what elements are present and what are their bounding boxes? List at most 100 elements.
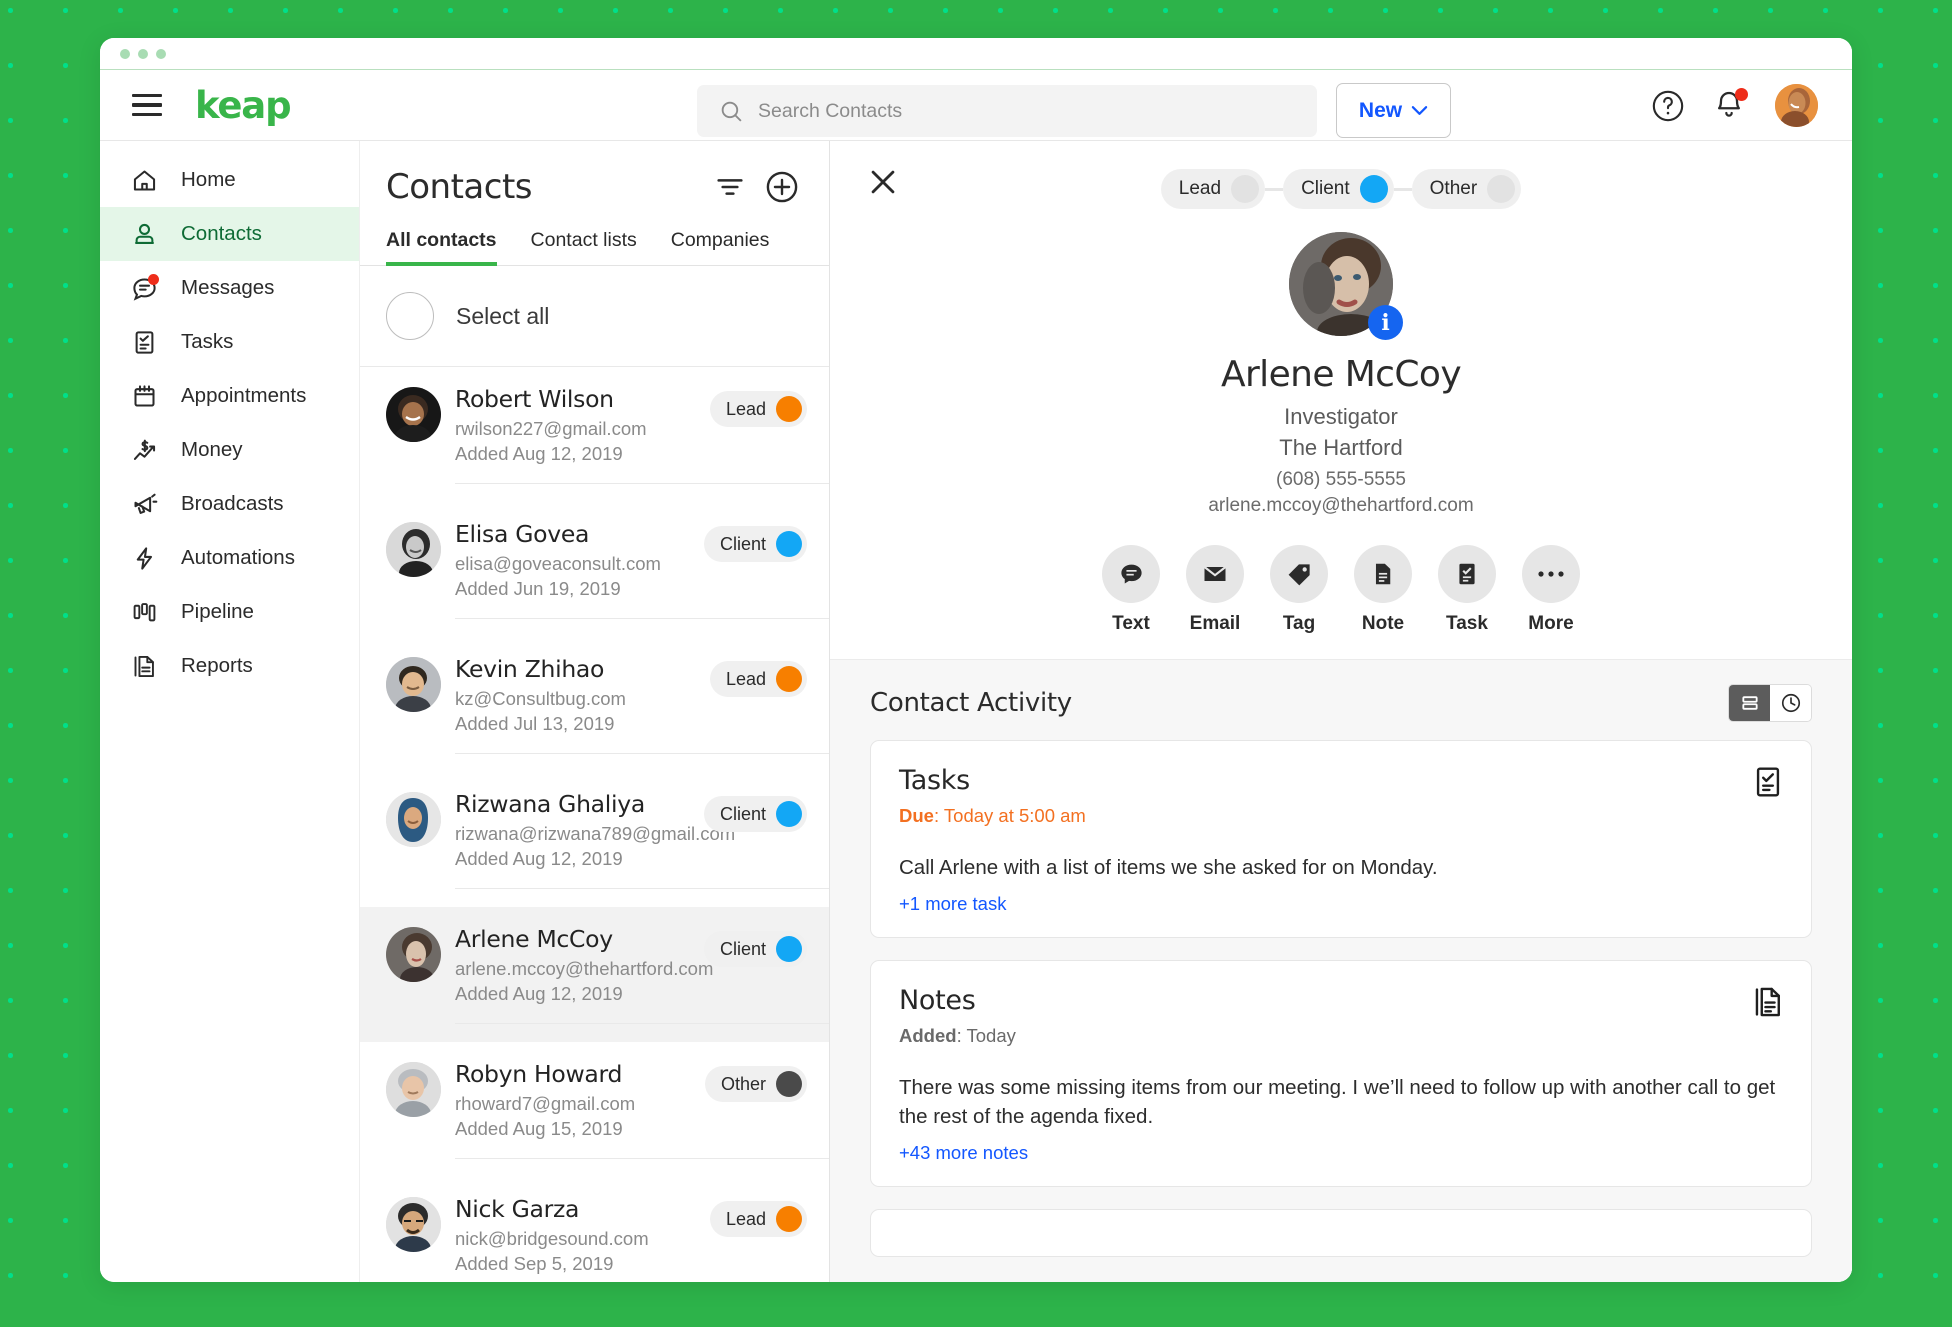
hamburger-icon[interactable] xyxy=(132,94,162,116)
action-label: Task xyxy=(1446,613,1488,634)
plus-circle-icon[interactable] xyxy=(763,168,801,206)
table-row[interactable]: Arlene McCoy arlene.mccoy@thehartford.co… xyxy=(360,907,829,1042)
sidebar-item-tasks[interactable]: Tasks xyxy=(100,315,359,369)
table-row[interactable]: Robyn Howard rhoward7@gmail.com Added Au… xyxy=(360,1042,829,1177)
segment-label: Client xyxy=(1301,178,1350,199)
avatar xyxy=(386,522,441,577)
activity-card-tasks[interactable]: Tasks Due: Today at 5:00 am Call Arlene … xyxy=(870,740,1812,938)
table-row[interactable]: Nick Garza nick@bridgesound.com Added Se… xyxy=(360,1177,829,1282)
chat-bubble-icon xyxy=(1102,545,1160,603)
segment-other[interactable]: Other xyxy=(1411,169,1522,209)
activity-card-notes[interactable]: Notes Added: Today There was some missin… xyxy=(870,959,1812,1188)
status-badge-dot xyxy=(776,936,802,962)
window-dot-minimize[interactable] xyxy=(138,48,148,59)
contact-actions: Text Email Tag Note Task More xyxy=(830,545,1852,659)
action-task-button[interactable]: Task xyxy=(1434,545,1500,635)
browser-window: keap Search Contacts New Home Contacts M… xyxy=(100,38,1852,1282)
status-badge[interactable]: Lead xyxy=(709,661,807,697)
contact-detail-panel: Lead Client Other i Arlene McCoy Investi… xyxy=(830,141,1852,1282)
select-all-checkbox[interactable] xyxy=(386,292,434,340)
person-icon xyxy=(130,220,158,248)
info-badge-icon[interactable]: i xyxy=(1368,305,1403,340)
contact-added-date: Added Aug 12, 2019 xyxy=(455,848,623,869)
report-document-icon xyxy=(130,652,158,680)
contact-name: Arlene McCoy xyxy=(1220,354,1462,395)
new-button[interactable]: New xyxy=(1336,83,1451,138)
bell-icon[interactable] xyxy=(1713,87,1748,123)
sidebar-item-label: Messages xyxy=(181,276,275,299)
segment-client[interactable]: Client xyxy=(1283,169,1394,209)
contact-added-date: Added Jun 19, 2019 xyxy=(455,578,621,599)
card-meta: Added: Today xyxy=(899,1024,1016,1046)
avatar xyxy=(386,1197,441,1252)
contact-added-date: Added Aug 12, 2019 xyxy=(455,443,623,464)
action-more-button[interactable]: More xyxy=(1518,545,1584,635)
tab-contact-lists[interactable]: Contact lists xyxy=(514,229,654,265)
table-row[interactable]: Robert Wilson rwilson227@gmail.com Added… xyxy=(360,367,829,502)
segment-dot xyxy=(1231,175,1260,203)
status-badge[interactable]: Client xyxy=(703,931,807,967)
contacts-panel-header: Contacts xyxy=(360,141,829,207)
card-meta-value: Today at 5:00 am xyxy=(943,805,1086,826)
segment-lead[interactable]: Lead xyxy=(1160,169,1266,209)
card-more-link[interactable]: +43 more notes xyxy=(899,1142,1783,1164)
window-dot-maximize[interactable] xyxy=(156,48,166,59)
avatar[interactable] xyxy=(1775,84,1818,127)
help-circle-icon[interactable] xyxy=(1651,89,1685,123)
status-badge[interactable]: Other xyxy=(704,1066,807,1102)
filter-icon[interactable] xyxy=(711,168,749,206)
tab-all-contacts[interactable]: All contacts xyxy=(386,229,514,266)
search-input[interactable]: Search Contacts xyxy=(697,85,1317,137)
contact-added-date: Added Sep 5, 2019 xyxy=(455,1253,614,1274)
status-badge[interactable]: Lead xyxy=(709,1201,807,1237)
action-note-button[interactable]: Note xyxy=(1350,545,1416,635)
status-badge[interactable]: Client xyxy=(703,526,807,562)
segment-label: Lead xyxy=(1178,178,1222,199)
status-badge[interactable]: Lead xyxy=(709,391,807,427)
status-badge[interactable]: Client xyxy=(703,796,807,832)
sidebar-item-pipeline[interactable]: Pipeline xyxy=(100,585,359,639)
table-row[interactable]: Kevin Zhihao kz@Consultbug.com Added Jul… xyxy=(360,637,829,772)
sidebar-item-appointments[interactable]: Appointments xyxy=(100,369,359,423)
sidebar-item-reports[interactable]: Reports xyxy=(100,639,359,693)
action-email-button[interactable]: Email xyxy=(1182,545,1248,635)
clock-icon[interactable] xyxy=(1770,685,1811,721)
action-text-button[interactable]: Text xyxy=(1098,545,1164,635)
select-all-label: Select all xyxy=(456,302,550,329)
action-tag-button[interactable]: Tag xyxy=(1266,545,1332,635)
card-more-link[interactable]: +1 more task xyxy=(899,893,1783,915)
sidebar-item-label: Pipeline xyxy=(181,600,254,623)
close-x-icon[interactable] xyxy=(866,165,900,199)
select-all-row[interactable]: Select all xyxy=(360,266,829,367)
avatar xyxy=(386,387,441,442)
status-badge-dot xyxy=(776,531,802,557)
contacts-list-panel: Contacts All contacts Contact lists Comp… xyxy=(360,141,830,1282)
segment-label: Other xyxy=(1429,178,1478,199)
card-meta-value: Today xyxy=(966,1024,1016,1046)
activity-card-partial[interactable] xyxy=(870,1209,1812,1258)
table-row[interactable]: Elisa Govea elisa@goveaconsult.com Added… xyxy=(360,502,829,637)
sidebar-item-home[interactable]: Home xyxy=(100,153,359,207)
window-dot-close[interactable] xyxy=(120,48,130,59)
segment-connector xyxy=(1265,187,1284,191)
tab-companies[interactable]: Companies xyxy=(654,229,787,265)
status-badge-label: Lead xyxy=(725,668,766,689)
status-badge-dot xyxy=(776,666,802,692)
segment-connector xyxy=(1393,187,1412,191)
contacts-tabs: All contacts Contact lists Companies xyxy=(360,229,829,266)
sidebar-item-messages[interactable]: Messages xyxy=(100,261,359,315)
sidebar-item-automations[interactable]: Automations xyxy=(100,531,359,585)
card-meta: Due: Today at 5:00 am xyxy=(899,805,1086,826)
dollar-chart-icon xyxy=(130,436,158,464)
avatar xyxy=(386,927,441,982)
action-label: Note xyxy=(1361,613,1405,634)
sidebar-item-contacts[interactable]: Contacts xyxy=(100,207,359,261)
status-badge-dot xyxy=(776,801,802,827)
contacts-list[interactable]: Robert Wilson rwilson227@gmail.com Added… xyxy=(360,367,829,1282)
action-label: More xyxy=(1528,613,1574,634)
sidebar-item-broadcasts[interactable]: Broadcasts xyxy=(100,477,359,531)
table-row[interactable]: Rizwana Ghaliya rizwana@rizwana789@gmail… xyxy=(360,772,829,907)
list-view-icon[interactable] xyxy=(1729,685,1770,721)
sidebar-item-money[interactable]: Money xyxy=(100,423,359,477)
contact-added-date: Added Aug 15, 2019 xyxy=(455,1118,623,1139)
